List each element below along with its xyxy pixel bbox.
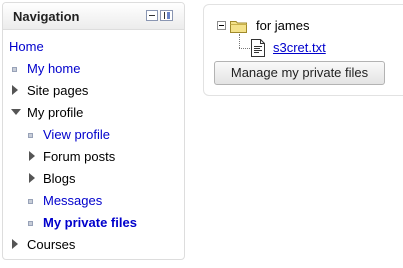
bullet-icon [28,199,33,204]
navigation-tree: Home My home Site pages My profile View … [3,30,184,259]
nav-item-home[interactable]: Home [9,38,44,56]
navigation-header: Navigation [3,3,184,30]
file-link[interactable]: s3cret.txt [273,39,326,57]
nav-item-forum-posts[interactable]: Forum posts [43,148,115,166]
nav-item-messages-label[interactable]: Messages [43,193,102,208]
nav-item-my-profile-label[interactable]: My profile [27,105,83,120]
page: Navigation Home My home Site pages My pr… [0,0,403,268]
nav-item-courses-label[interactable]: Courses [27,237,75,252]
tree-connector [239,34,240,48]
nav-item-blogs[interactable]: Blogs [43,170,76,188]
expand-arrow-icon[interactable] [12,239,18,249]
nav-item-my-home[interactable]: My home [27,60,80,78]
bullet-icon [28,221,33,226]
dock-block-icon[interactable] [160,10,173,21]
minimize-block-icon[interactable] [146,10,158,21]
expand-arrow-icon[interactable] [29,173,35,183]
block-controls [146,10,173,21]
bullet-icon [28,133,33,138]
nav-item-messages[interactable]: Messages [43,192,102,210]
manage-private-files-button[interactable]: Manage my private files [214,61,385,85]
nav-item-my-private-files[interactable]: My private files [43,214,137,232]
expand-arrow-icon[interactable] [12,85,18,95]
folder-label[interactable]: for james [256,17,309,35]
nav-item-view-profile-label[interactable]: View profile [43,127,110,142]
tree-connector [239,48,250,49]
nav-item-home-label[interactable]: Home [9,39,44,54]
nav-item-view-profile[interactable]: View profile [43,126,110,144]
expand-arrow-icon[interactable] [29,151,35,161]
nav-item-my-private-files-label[interactable]: My private files [43,215,137,230]
nav-item-my-home-label[interactable]: My home [27,61,80,76]
navigation-title: Navigation [13,9,80,24]
nav-item-site-pages[interactable]: Site pages [27,82,88,100]
nav-item-my-profile[interactable]: My profile [27,104,83,122]
nav-item-courses[interactable]: Courses [27,236,75,254]
nav-item-blogs-label[interactable]: Blogs [43,171,76,186]
folder-icon [230,21,247,33]
collapse-folder-icon[interactable] [217,21,226,30]
collapse-arrow-icon[interactable] [11,109,21,115]
nav-item-forum-posts-label[interactable]: Forum posts [43,149,115,164]
bullet-icon [12,67,17,72]
navigation-block: Navigation Home My home Site pages My pr… [2,2,185,260]
text-file-icon [251,39,265,57]
nav-item-site-pages-label[interactable]: Site pages [27,83,88,98]
